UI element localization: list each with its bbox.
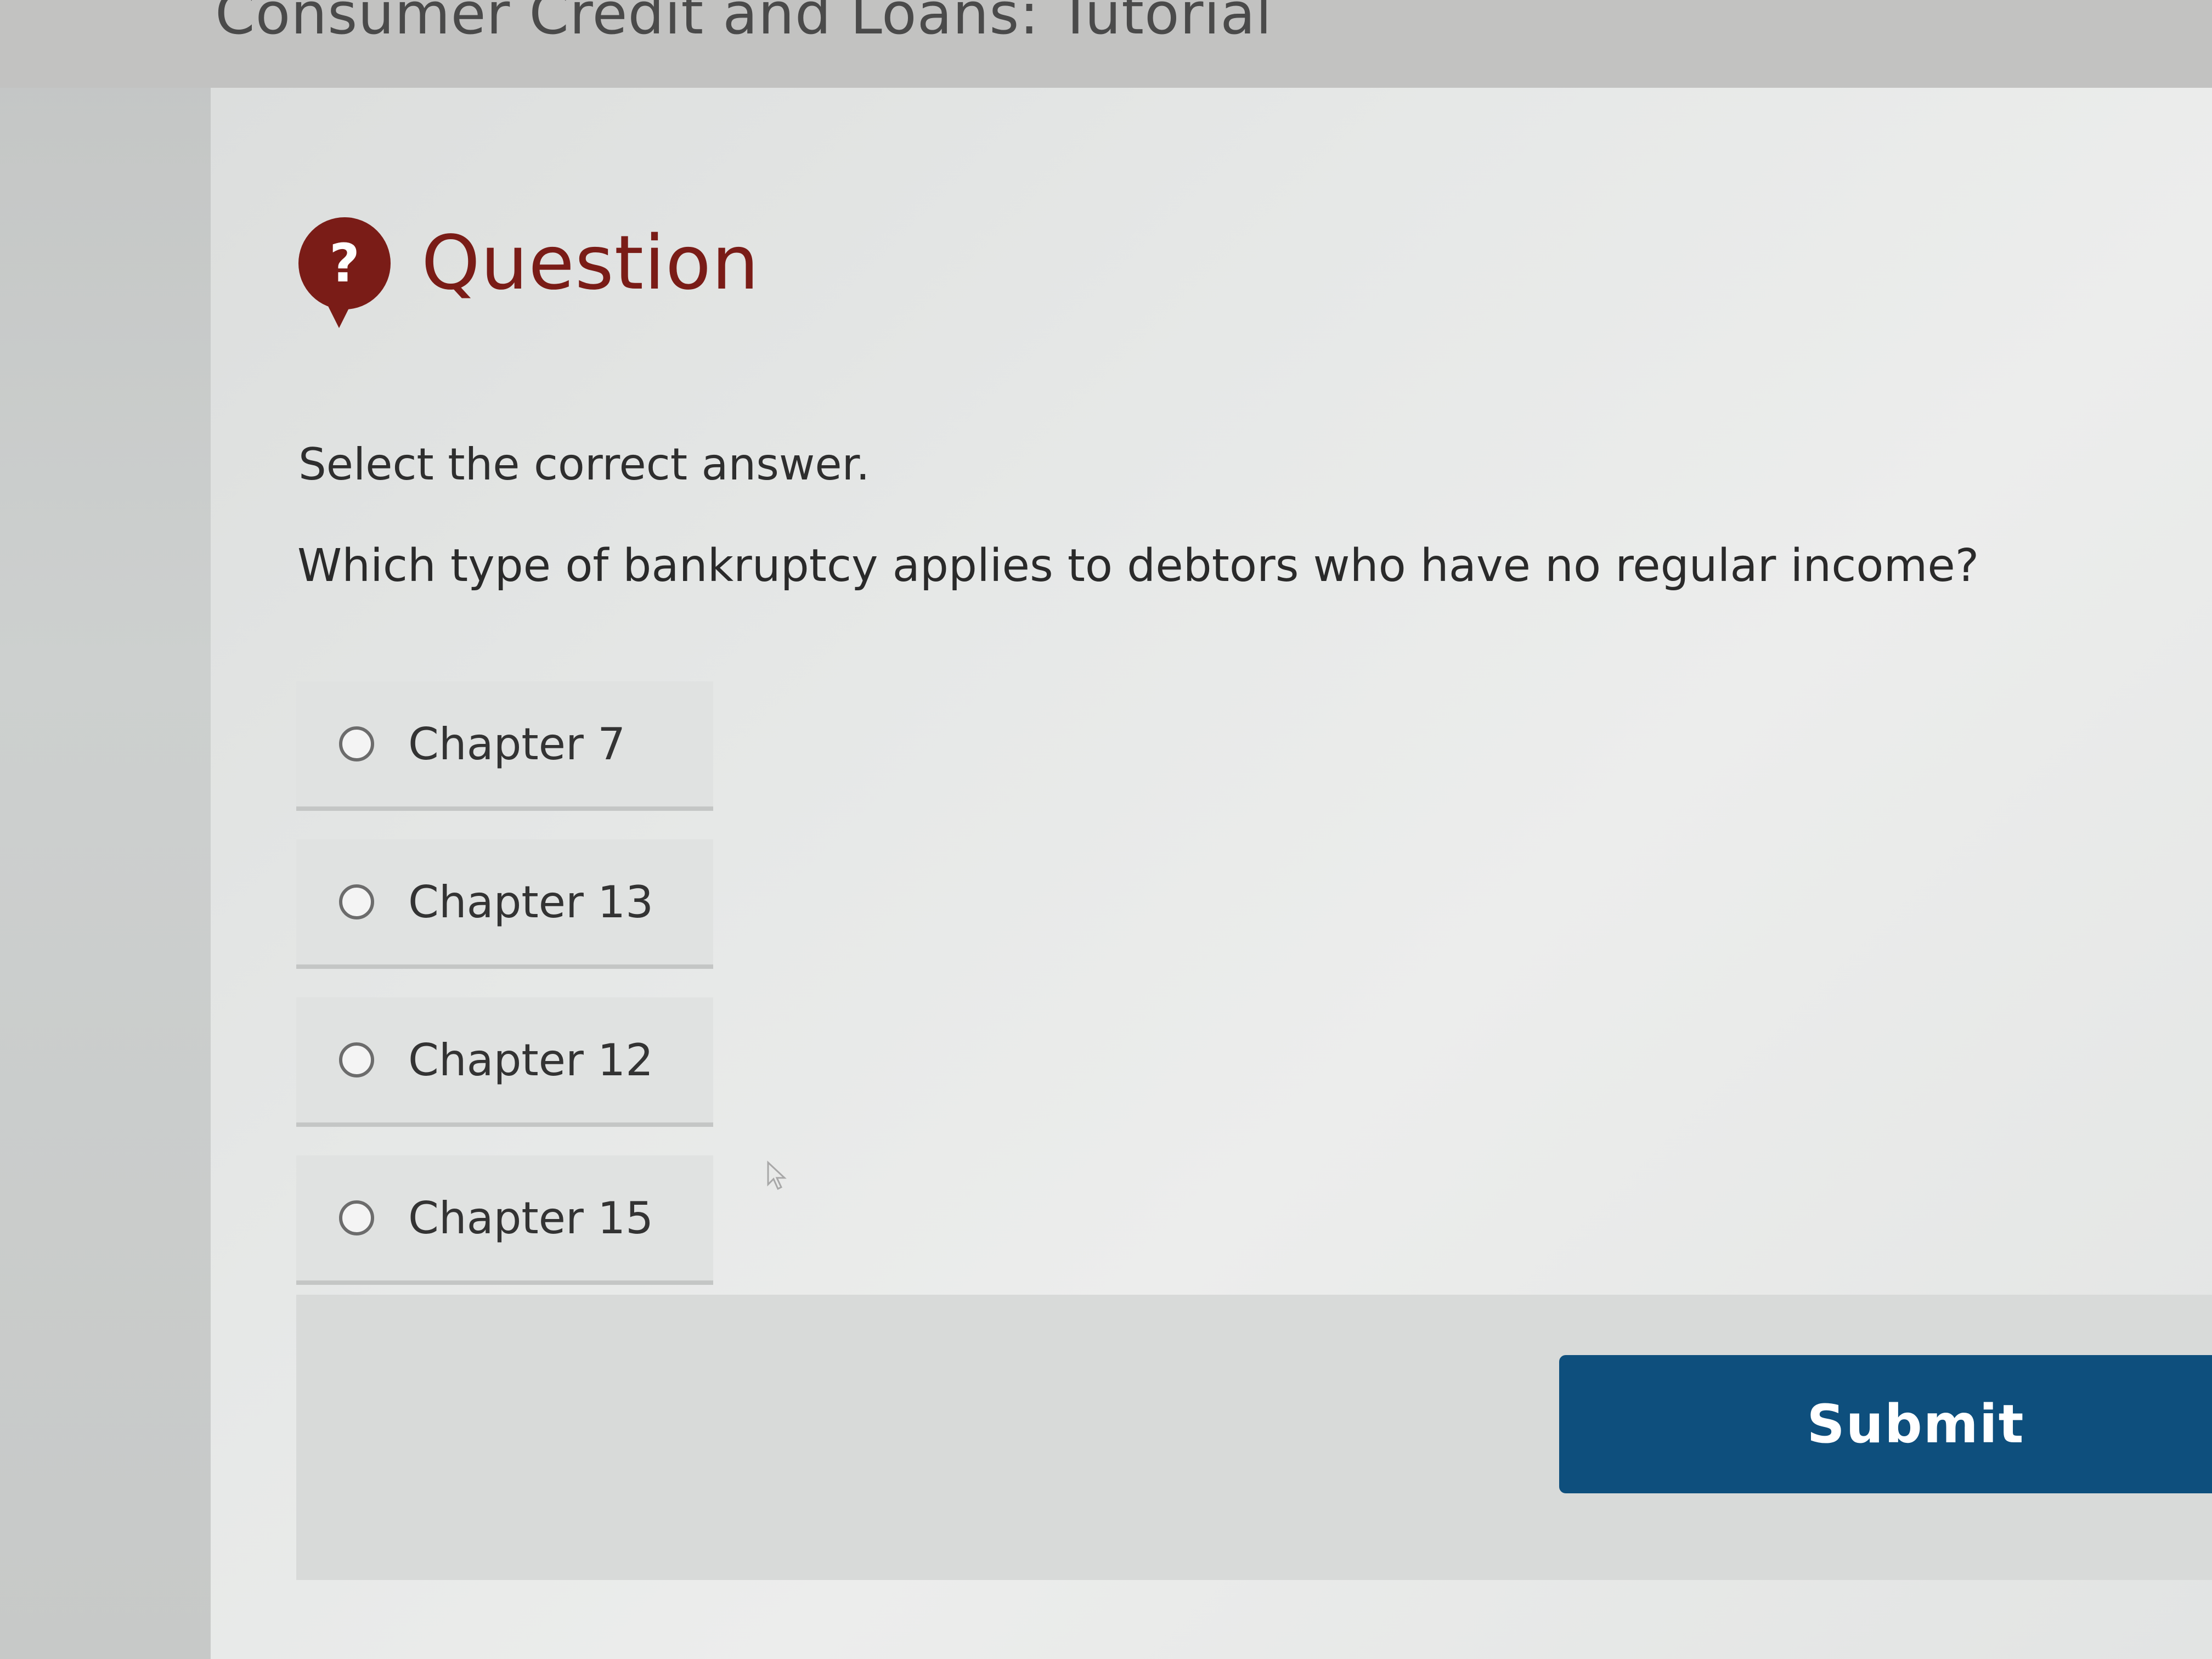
mouse-pointer-icon <box>767 1160 787 1190</box>
question-panel: ? Question Select the correct answer. Wh… <box>211 88 2212 1659</box>
answer-option-label: Chapter 7 <box>408 718 626 770</box>
radio-button[interactable] <box>339 884 374 919</box>
answer-option-chapter-15[interactable]: Chapter 15 <box>296 1155 713 1285</box>
answer-options: Chapter 7 Chapter 13 Chapter 12 Chapter … <box>296 681 713 1313</box>
answer-option-chapter-7[interactable]: Chapter 7 <box>296 681 713 811</box>
submit-button-label: Submit <box>1807 1393 2025 1455</box>
instruction-text: Select the correct answer. <box>298 439 870 490</box>
tutorial-title: Consumer Credit and Loans: Tutorial <box>215 0 1272 47</box>
answer-option-label: Chapter 15 <box>408 1192 654 1244</box>
question-title: Question <box>421 220 760 307</box>
question-header: ? Question <box>298 208 760 328</box>
question-mark-icon: ? <box>298 217 391 328</box>
question-mark-glyph: ? <box>329 233 360 294</box>
question-prompt: Which type of bankruptcy applies to debt… <box>297 540 1979 592</box>
answer-option-chapter-13[interactable]: Chapter 13 <box>296 839 713 969</box>
answer-option-label: Chapter 13 <box>408 876 654 928</box>
radio-button[interactable] <box>339 726 374 761</box>
radio-button[interactable] <box>339 1200 374 1235</box>
page: Consumer Credit and Loans: Tutorial ? Qu… <box>0 0 2212 1659</box>
radio-button[interactable] <box>339 1042 374 1077</box>
top-bar: Consumer Credit and Loans: Tutorial <box>0 0 2212 88</box>
submit-button[interactable]: Submit <box>1559 1355 2212 1493</box>
answer-option-label: Chapter 12 <box>408 1034 654 1086</box>
answer-option-chapter-12[interactable]: Chapter 12 <box>296 997 713 1127</box>
